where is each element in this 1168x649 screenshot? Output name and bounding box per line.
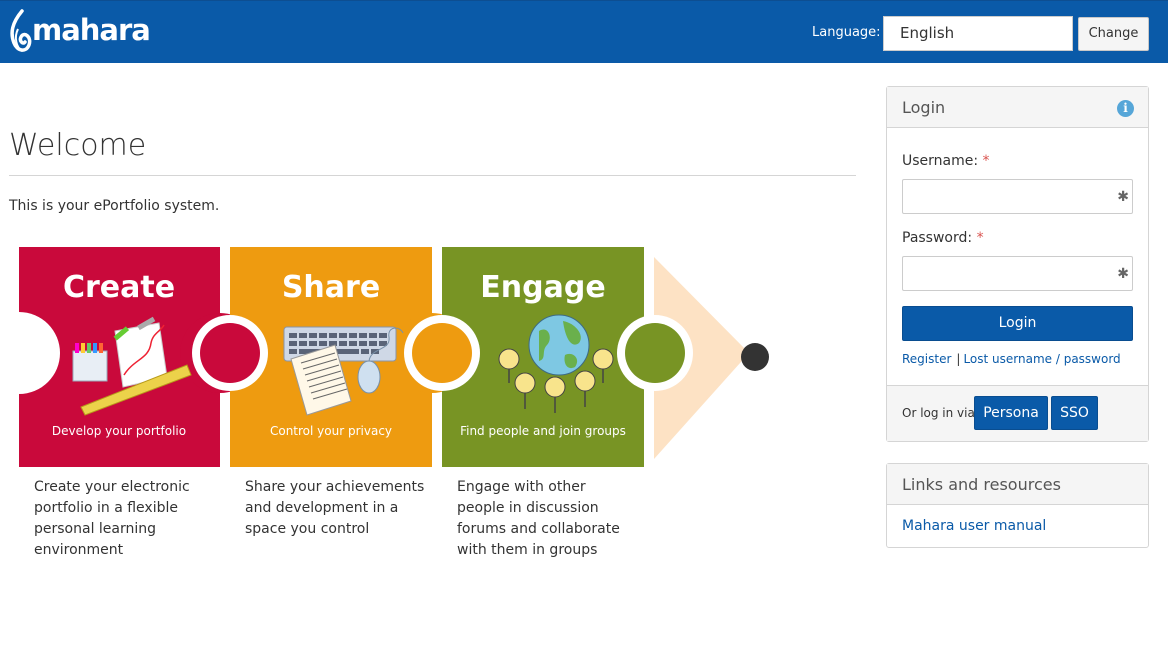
login-panel-title: Login	[902, 98, 946, 117]
create-caption: Develop your portfolio	[52, 424, 186, 438]
change-language-button[interactable]: Change	[1078, 17, 1149, 51]
mahara-logo[interactable]: mahara	[8, 7, 151, 57]
share-heading: Share	[282, 270, 380, 305]
share-caption: Control your privacy	[270, 424, 392, 438]
share-description: Share your achievements and development …	[245, 479, 425, 537]
intro-text: This is your ePortfolio system.	[9, 198, 220, 214]
username-label-text: Username:	[902, 153, 979, 169]
password-required-mark: *	[976, 230, 984, 246]
top-header: mahara Language: English Change	[0, 0, 1168, 63]
alternative-login: Or log in via: Persona SSO	[887, 385, 1148, 441]
sso-button[interactable]: SSO	[1051, 396, 1098, 430]
password-field[interactable]: ✱	[902, 256, 1133, 291]
username-required-mark: *	[982, 153, 990, 169]
login-panel-header: Login	[887, 87, 1148, 128]
logo-text: mahara	[32, 13, 151, 47]
link-separator: |	[956, 352, 961, 366]
language-select[interactable]: English	[883, 16, 1073, 51]
resources-panel-header: Links and resources	[887, 464, 1148, 505]
persona-button[interactable]: Persona	[974, 396, 1048, 430]
create-description: Create your electronic portfolio in a fl…	[34, 479, 190, 558]
title-divider	[9, 175, 856, 176]
info-icon[interactable]: i	[1117, 100, 1134, 117]
username-label: Username: *	[902, 153, 990, 169]
resources-panel: Links and resources Mahara user manual	[886, 463, 1149, 548]
resources-panel-title: Links and resources	[902, 475, 1061, 494]
lost-password-link[interactable]: Lost username / password	[963, 352, 1120, 366]
password-manager-icon[interactable]: ✱	[1117, 266, 1129, 282]
login-links: Register | Lost username / password	[902, 352, 1121, 366]
login-panel: Login i Username: * ✱ Password: * ✱ Logi…	[886, 86, 1149, 442]
password-label: Password: *	[902, 230, 984, 246]
register-link[interactable]: Register	[902, 352, 951, 366]
flame-icon	[10, 9, 32, 52]
puzzle-graphic: Create Share Engage Develop your portfol…	[19, 247, 769, 467]
language-label: Language:	[812, 25, 881, 40]
create-heading: Create	[63, 270, 175, 305]
login-button[interactable]: Login	[902, 306, 1133, 341]
engage-description: Engage with other people in discussion f…	[457, 479, 620, 558]
password-label-text: Password:	[902, 230, 973, 246]
page-title: Welcome	[9, 128, 147, 163]
engage-heading: Engage	[480, 270, 605, 305]
user-manual-link[interactable]: Mahara user manual	[902, 518, 1046, 534]
alt-login-label: Or log in via:	[902, 406, 979, 420]
username-field[interactable]: ✱	[902, 179, 1133, 214]
password-manager-icon[interactable]: ✱	[1117, 189, 1129, 205]
engage-caption: Find people and join groups	[460, 424, 626, 438]
